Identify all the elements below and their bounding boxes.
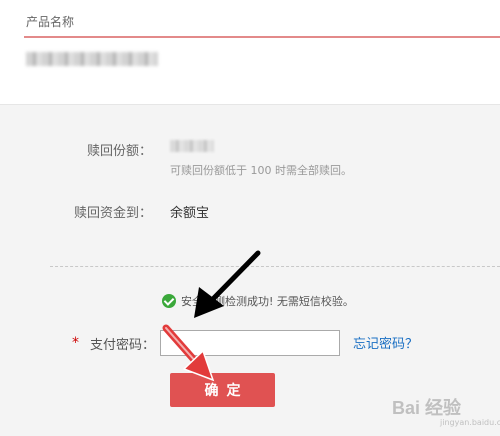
baidu-watermark: Bai 经验 jingyan.baidu.com xyxy=(392,390,500,430)
annotation-arrows xyxy=(162,250,261,382)
black-arrow-icon xyxy=(194,250,261,318)
red-arrow-icon xyxy=(162,324,215,382)
watermark-logo-text: Bai 经验 xyxy=(392,398,462,418)
watermark-url: jingyan.baidu.com xyxy=(440,418,500,427)
